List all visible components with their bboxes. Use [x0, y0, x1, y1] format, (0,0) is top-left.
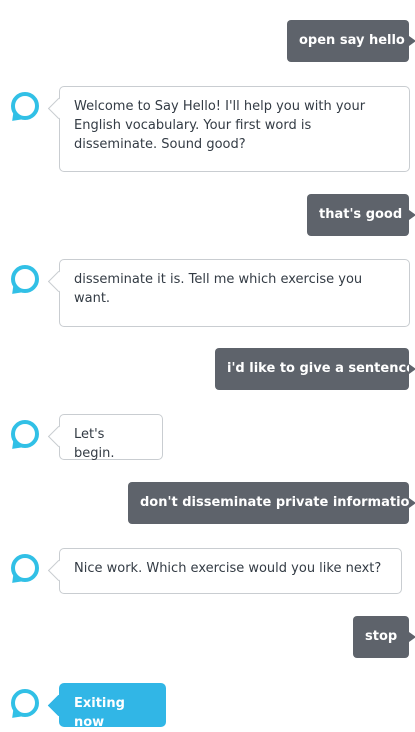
chat-transcript: open say hello Welcome to Say Hello! I'l…: [0, 0, 415, 730]
user-message-bubble: stop: [353, 616, 415, 658]
alexa-ring-icon: [11, 420, 39, 448]
alexa-ring-icon: [11, 92, 39, 120]
user-message-bubble: that's good: [307, 194, 415, 236]
alexa-exit-bubble: Exiting now: [59, 683, 166, 730]
alexa-ring-icon: [11, 265, 39, 293]
alexa-ring-icon: [11, 554, 39, 582]
alexa-ring-icon: [11, 689, 39, 717]
alexa-message-bubble: disseminate it is. Tell me which exercis…: [59, 259, 410, 327]
user-message-bubble: don't disseminate private information: [128, 482, 415, 524]
user-message-bubble: i'd like to give a sentence: [215, 348, 415, 390]
user-message-bubble: open say hello: [287, 20, 415, 62]
alexa-message-bubble: Let's begin.: [59, 414, 163, 461]
alexa-message-bubble: Welcome to Say Hello! I'll help you with…: [59, 86, 410, 172]
alexa-message-bubble: Nice work. Which exercise would you like…: [59, 548, 402, 594]
